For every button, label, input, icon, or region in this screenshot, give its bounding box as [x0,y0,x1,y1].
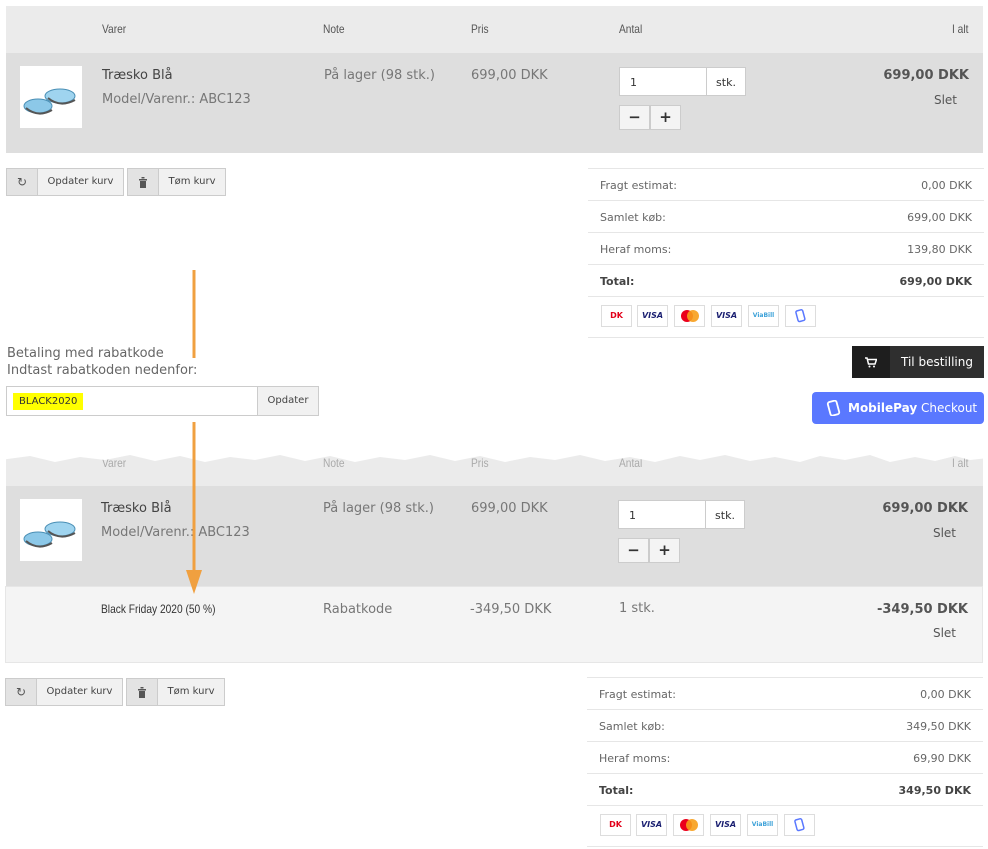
viabill-icon: ViaBill [747,814,778,836]
cart-table-header: Varer Note Pris Antal I alt [6,6,983,53]
product-price: 699,00 DKK [471,68,548,83]
mastercard-icon [673,814,704,836]
refresh-icon: ↻ [6,679,37,705]
mobilepay-icon [785,305,816,327]
product-stock: På lager (98 stk.) [324,68,436,83]
quantity-minus-button[interactable]: − [619,105,650,130]
torn-paper-divider [0,440,988,462]
delete-link-2[interactable]: Slet [933,526,956,540]
coupon-apply-button[interactable]: Opdater [258,386,319,416]
coupon-input[interactable]: BLACK2020 [6,386,258,416]
shipping-row: Fragt estimat: 0,00 DKK [588,168,984,200]
header-varer: Varer [102,22,127,36]
update-cart-button-2[interactable]: ↻ Opdater kurv [5,678,123,706]
total-row-2: Total: 349,50 DKK [587,773,983,805]
dankort-icon: DK [601,305,632,327]
subtotal-row-2: Samlet køb: 349,50 DKK [587,709,983,741]
quantity-input-2[interactable]: 1 [618,500,706,529]
discount-delete-link[interactable]: Slet [933,626,956,640]
quantity-input[interactable]: 1 [619,67,707,96]
discount-price: -349,50 DKK [470,602,552,617]
discount-line-total: -349,50 DKK [876,602,968,617]
mastercard-icon [674,305,705,327]
mobilepay-checkout-button[interactable]: MobilePay Checkout [812,392,984,424]
visa-electron-icon: VISA [710,814,741,836]
product-image-2[interactable] [20,499,82,561]
mobilepay-icon [784,814,815,836]
discount-note: Rabatkode [323,602,393,617]
product-image[interactable] [20,66,82,128]
mobilepay-logo-icon [826,400,841,416]
visa-icon: VISA [636,814,667,836]
delete-link[interactable]: Slet [934,93,957,107]
empty-cart-button[interactable]: Tøm kurv [127,168,226,196]
product-price-2: 699,00 DKK [471,501,548,516]
product-title-2[interactable]: Træsko Blå [101,501,172,516]
cart-row-product: Træsko Blå Model/Varenr.: ABC123 På lage… [6,53,983,153]
product-line-total-2: 699,00 DKK [882,501,968,516]
trash-icon [128,169,159,195]
quantity-unit-2: stk. [706,500,745,529]
vat-row-2: Heraf moms: 69,90 DKK [587,741,983,773]
empty-cart-button-2[interactable]: Tøm kurv [126,678,225,706]
coupon-instruction: Indtast rabatkoden nedenfor: [7,363,198,378]
shipping-row-2: Fragt estimat: 0,00 DKK [587,677,983,709]
product-line-total: 699,00 DKK [883,68,969,83]
trash-icon [127,679,158,705]
product-model-2: Model/Varenr.: ABC123 [101,525,250,540]
payment-cards: DK VISA VISA ViaBill [588,296,984,338]
subtotal-row: Samlet køb: 699,00 DKK [588,200,984,232]
viabill-icon: ViaBill [748,305,779,327]
total-row: Total: 699,00 DKK [588,264,984,296]
coupon-heading: Betaling med rabatkode [7,346,164,361]
discount-row: Black Friday 2020 (50 %) Rabatkode -349,… [5,586,983,663]
annotation-arrow-down-icon [186,422,202,594]
cart-row-product-2: Træsko Blå Model/Varenr.: ABC123 På lage… [6,486,983,586]
visa-icon: VISA [637,305,668,327]
quantity-unit: stk. [707,67,746,96]
refresh-icon: ↻ [7,169,38,195]
order-button[interactable]: Til bestilling [852,346,984,378]
annotation-line-icon [192,270,196,358]
product-title[interactable]: Træsko Blå [102,68,173,83]
product-stock-2: På lager (98 stk.) [323,501,435,516]
dankort-icon: DK [600,814,631,836]
header-antal: Antal [619,22,643,36]
product-model: Model/Varenr.: ABC123 [102,92,251,107]
discount-qty: 1 stk. [619,601,655,616]
update-cart-button[interactable]: ↻ Opdater kurv [6,168,124,196]
discount-title: Black Friday 2020 (50 %) [101,602,216,616]
visa-electron-icon: VISA [711,305,742,327]
cart-icon [852,346,890,378]
payment-cards-2: DK VISA VISA ViaBill [587,805,983,847]
vat-row: Heraf moms: 139,80 DKK [588,232,984,264]
coupon-value: BLACK2020 [13,393,84,410]
header-pris: Pris [471,22,489,36]
quantity-plus-button-2[interactable]: + [649,538,680,563]
header-note: Note [323,22,345,36]
header-ialt: I alt [952,22,969,36]
quantity-minus-button-2[interactable]: − [618,538,649,563]
quantity-plus-button[interactable]: + [650,105,681,130]
